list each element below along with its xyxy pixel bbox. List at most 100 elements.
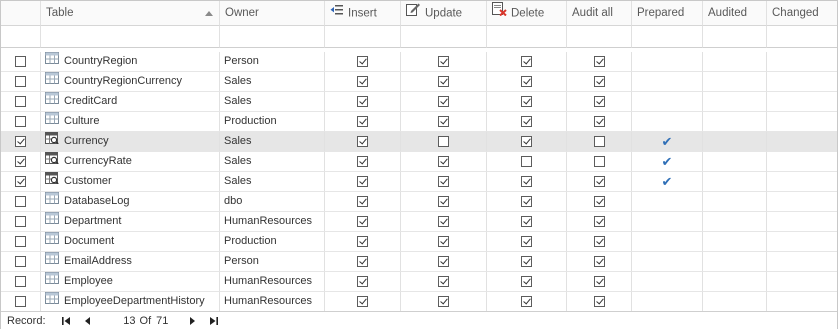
filter-delete[interactable] <box>487 26 567 48</box>
delete-cell[interactable] <box>487 72 567 92</box>
header-audited[interactable]: Audited <box>703 1 767 26</box>
row-select-checkbox[interactable] <box>15 216 26 227</box>
update-cell[interactable] <box>401 52 487 72</box>
header-changed[interactable]: Changed <box>767 1 837 26</box>
update-cell[interactable] <box>401 72 487 92</box>
row-select-checkbox[interactable] <box>15 156 26 167</box>
row-select-cell[interactable] <box>1 112 41 132</box>
audit-all-cell[interactable] <box>567 72 632 92</box>
insert-checkbox[interactable] <box>357 216 368 227</box>
filter-table-input[interactable] <box>41 26 220 48</box>
insert-checkbox[interactable] <box>357 56 368 67</box>
row-select-checkbox[interactable] <box>15 276 26 287</box>
insert-checkbox[interactable] <box>357 116 368 127</box>
previous-record-icon[interactable] <box>80 314 96 328</box>
delete-cell[interactable] <box>487 272 567 292</box>
filter-cell[interactable] <box>1 26 41 48</box>
insert-checkbox[interactable] <box>357 196 368 207</box>
filter-insert[interactable] <box>325 26 401 48</box>
header-select-column[interactable] <box>1 1 41 26</box>
first-record-icon[interactable] <box>58 314 74 328</box>
audit-all-checkbox[interactable] <box>593 216 605 227</box>
row-select-cell[interactable] <box>1 212 41 232</box>
delete-checkbox[interactable] <box>521 56 532 67</box>
row-select-checkbox[interactable] <box>15 256 26 267</box>
update-checkbox[interactable] <box>438 256 449 267</box>
table-row[interactable]: Document Production <box>1 232 837 252</box>
delete-cell[interactable] <box>487 152 567 172</box>
row-select-checkbox[interactable] <box>15 196 26 207</box>
update-cell[interactable] <box>401 152 487 172</box>
audit-all-cell[interactable] <box>567 232 632 252</box>
update-checkbox[interactable] <box>438 216 449 227</box>
delete-checkbox[interactable] <box>521 216 532 227</box>
table-row[interactable]: Employee HumanResources <box>1 272 837 292</box>
insert-cell[interactable] <box>325 152 401 172</box>
delete-cell[interactable] <box>487 172 567 192</box>
filter-audited[interactable] <box>703 26 767 48</box>
audit-all-cell[interactable] <box>567 172 632 192</box>
update-cell[interactable] <box>401 132 487 152</box>
insert-cell[interactable] <box>325 192 401 212</box>
update-cell[interactable] <box>401 172 487 192</box>
insert-checkbox[interactable] <box>357 296 368 307</box>
audit-all-cell[interactable] <box>567 252 632 272</box>
delete-checkbox[interactable] <box>521 236 532 247</box>
row-select-cell[interactable] <box>1 252 41 272</box>
row-select-cell[interactable] <box>1 72 41 92</box>
insert-cell[interactable] <box>325 132 401 152</box>
insert-cell[interactable] <box>325 212 401 232</box>
update-cell[interactable] <box>401 252 487 272</box>
delete-checkbox[interactable] <box>521 196 532 207</box>
row-select-checkbox[interactable] <box>15 236 26 247</box>
delete-checkbox[interactable] <box>521 276 532 287</box>
update-checkbox[interactable] <box>438 136 449 147</box>
table-row[interactable]: Customer Sales ✔ <box>1 172 837 192</box>
row-select-checkbox[interactable] <box>15 296 26 307</box>
table-row[interactable]: EmailAddress Person <box>1 252 837 272</box>
current-record-number[interactable]: 13 <box>122 315 135 327</box>
table-row[interactable]: CreditCard Sales <box>1 92 837 112</box>
audit-all-cell[interactable] <box>567 212 632 232</box>
filter-owner-input[interactable] <box>220 26 325 48</box>
audit-all-cell[interactable] <box>567 132 632 152</box>
audit-all-checkbox[interactable] <box>593 256 605 267</box>
table-row[interactable]: CurrencyRate Sales ✔ <box>1 152 837 172</box>
audit-all-checkbox[interactable] <box>593 276 605 287</box>
audit-all-cell[interactable] <box>567 292 632 312</box>
table-row[interactable]: EmployeeDepartmentHistory HumanResources <box>1 292 837 312</box>
delete-checkbox[interactable] <box>521 76 532 87</box>
insert-cell[interactable] <box>325 232 401 252</box>
header-delete[interactable]: Delete <box>487 1 567 26</box>
row-select-checkbox[interactable] <box>15 176 26 187</box>
update-cell[interactable] <box>401 272 487 292</box>
update-checkbox[interactable] <box>438 236 449 247</box>
table-row[interactable]: Department HumanResources <box>1 212 837 232</box>
insert-cell[interactable] <box>325 272 401 292</box>
insert-checkbox[interactable] <box>357 256 368 267</box>
update-checkbox[interactable] <box>438 76 449 87</box>
insert-cell[interactable] <box>325 112 401 132</box>
row-select-checkbox[interactable] <box>15 96 26 107</box>
insert-cell[interactable] <box>325 72 401 92</box>
audit-all-cell[interactable] <box>567 272 632 292</box>
table-row[interactable]: DatabaseLog dbo <box>1 192 837 212</box>
update-checkbox[interactable] <box>438 196 449 207</box>
row-select-checkbox[interactable] <box>15 136 26 147</box>
next-record-icon[interactable] <box>184 314 200 328</box>
insert-checkbox[interactable] <box>357 156 368 167</box>
delete-checkbox[interactable] <box>521 296 532 307</box>
insert-checkbox[interactable] <box>357 236 368 247</box>
table-row[interactable]: CountryRegionCurrency Sales <box>1 72 837 92</box>
row-select-cell[interactable] <box>1 272 41 292</box>
filter-audit-all[interactable] <box>567 26 632 48</box>
audit-all-checkbox[interactable] <box>593 76 605 87</box>
audit-all-cell[interactable] <box>567 152 632 172</box>
audit-all-checkbox[interactable] <box>593 156 605 167</box>
header-insert[interactable]: Insert <box>325 1 401 26</box>
row-select-cell[interactable] <box>1 132 41 152</box>
update-checkbox[interactable] <box>438 176 449 187</box>
update-cell[interactable] <box>401 92 487 112</box>
insert-cell[interactable] <box>325 92 401 112</box>
delete-cell[interactable] <box>487 112 567 132</box>
